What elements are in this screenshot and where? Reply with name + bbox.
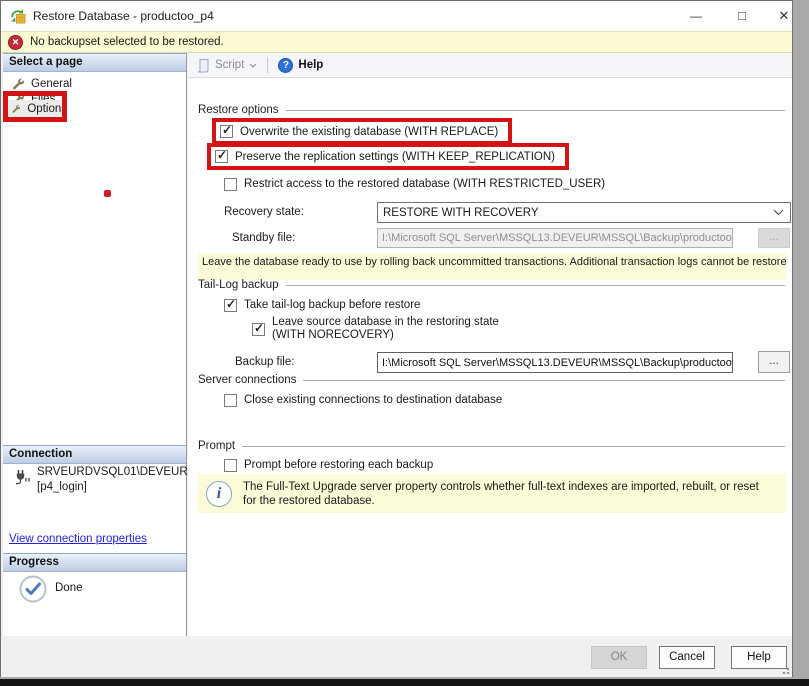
toolbar: Script ? Help <box>188 53 792 78</box>
maximize-button[interactable]: □ <box>723 1 761 31</box>
recovery-state-dropdown[interactable]: RESTORE WITH RECOVERY <box>377 202 791 223</box>
leave-source-line1: Leave source database in the restoring s… <box>272 316 499 329</box>
prompt-before-restore-checkbox[interactable] <box>224 459 237 472</box>
prompt-before-restore-checkbox-row[interactable]: Prompt before restoring each backup <box>224 455 433 475</box>
group-rule <box>286 285 785 286</box>
group-rule <box>242 446 785 447</box>
group-title: Restore options <box>198 104 279 116</box>
overwrite-checkbox[interactable]: ✓ <box>220 125 233 138</box>
title-bar: Restore Database - productoo_p4 — □ ✕ <box>1 1 792 31</box>
fulltext-info-box: i The Full-Text Upgrade server property … <box>198 474 786 513</box>
restrict-access-checkbox[interactable] <box>224 178 237 191</box>
connection-header: Connection <box>3 445 186 464</box>
minimize-button[interactable]: — <box>677 1 715 31</box>
close-connections-checkbox[interactable] <box>224 394 237 407</box>
progress-status: Done <box>55 582 83 594</box>
warning-text: No backupset selected to be restored. <box>30 36 224 48</box>
checkbox-label: Take tail-log backup before restore <box>244 299 420 311</box>
dialog-footer: OK Cancel Help <box>1 636 792 677</box>
restore-database-icon <box>10 8 26 24</box>
group-server-connections: Server connections <box>198 374 785 386</box>
group-tail-log: Tail-Log backup <box>198 279 785 291</box>
standby-browse-button: ... <box>758 228 790 248</box>
check-icon: ✓ <box>217 148 227 162</box>
group-restore-options: Restore options <box>198 104 785 116</box>
annotation-box-options <box>3 91 67 122</box>
backup-file-label: Backup file: <box>235 356 294 368</box>
checkbox-label: Leave source database in the restoring s… <box>272 316 499 342</box>
help-button[interactable]: Help <box>731 646 787 669</box>
preserve-replication-checkbox[interactable]: ✓ <box>215 150 228 163</box>
check-icon: ✓ <box>222 123 232 137</box>
annotation-dot <box>104 190 111 197</box>
recovery-state-value: RESTORE WITH RECOVERY <box>383 207 539 219</box>
leave-source-line2: (WITH NORECOVERY) <box>272 329 499 342</box>
overwrite-checkbox-row[interactable]: ✓ Overwrite the existing database (WITH … <box>212 118 512 145</box>
help-toolbar-button[interactable]: Help <box>298 59 323 71</box>
restore-database-dialog: Restore Database - productoo_p4 — □ ✕ ✕ … <box>0 0 793 677</box>
sidebar-item-label: General <box>31 78 72 90</box>
recovery-note: Leave the database ready to use by rolli… <box>198 253 786 280</box>
connection-login: [p4_login] <box>37 480 87 495</box>
done-check-icon <box>19 575 47 603</box>
restrict-access-checkbox-row[interactable]: Restrict access to the restored database… <box>224 174 605 194</box>
resize-grip-icon[interactable] <box>780 665 789 674</box>
taskbar-edge <box>0 679 809 686</box>
check-icon: ✓ <box>254 321 264 335</box>
connection-plug-icon <box>14 469 30 485</box>
select-a-page-header: Select a page <box>3 53 186 72</box>
warning-bar: ✕ No backupset selected to be restored. <box>1 31 792 53</box>
take-tail-log-checkbox[interactable]: ✓ <box>224 299 237 312</box>
info-icon: i <box>206 481 232 507</box>
check-icon: ✓ <box>226 297 236 311</box>
script-icon <box>196 58 210 73</box>
group-rule <box>286 110 785 111</box>
close-connections-checkbox-row[interactable]: Close existing connections to destinatio… <box>224 390 502 410</box>
error-icon: ✕ <box>8 35 23 50</box>
fulltext-info-text: The Full-Text Upgrade server property co… <box>243 480 771 508</box>
script-dropdown-caret-icon[interactable] <box>249 63 257 68</box>
sidebar: Select a page General Files Options Conn… <box>3 53 187 636</box>
group-title: Tail-Log backup <box>198 279 279 291</box>
preserve-replication-checkbox-row[interactable]: ✓ Preserve the replication settings (WIT… <box>207 143 569 170</box>
take-tail-log-checkbox-row[interactable]: ✓ Take tail-log backup before restore <box>224 295 420 315</box>
progress-header: Progress <box>3 553 186 572</box>
backup-file-input[interactable]: I:\Microsoft SQL Server\MSSQL13.DEVEUR\M… <box>377 352 733 373</box>
standby-file-input: I:\Microsoft SQL Server\MSSQL13.DEVEUR\M… <box>377 228 733 248</box>
backup-browse-button[interactable]: ... <box>758 351 790 373</box>
group-prompt: Prompt <box>198 440 785 452</box>
ok-button: OK <box>591 646 647 669</box>
wrench-icon <box>11 77 24 90</box>
leave-source-checkbox-row[interactable]: ✓ Leave source database in the restoring… <box>252 316 499 342</box>
group-title: Server connections <box>198 374 296 386</box>
checkbox-label: Close existing connections to destinatio… <box>244 394 502 406</box>
standby-file-label: Standby file: <box>232 232 295 244</box>
main-pane: Script ? Help Restore options ✓ Overwrit… <box>188 53 792 636</box>
checkbox-label: Prompt before restoring each backup <box>244 459 433 471</box>
toolbar-separator <box>267 57 268 73</box>
script-button[interactable]: Script <box>215 59 244 71</box>
help-icon: ? <box>278 58 293 73</box>
leave-source-checkbox[interactable]: ✓ <box>252 323 265 336</box>
options-page-content: Restore options ✓ Overwrite the existing… <box>188 78 792 636</box>
recovery-state-label: Recovery state: <box>224 206 304 218</box>
connection-server: SRVEURDVSQL01\DEVEUR <box>37 465 183 480</box>
window-title: Restore Database - productoo_p4 <box>33 1 214 31</box>
chevron-down-icon <box>773 209 784 216</box>
checkbox-label: Restrict access to the restored database… <box>244 178 605 190</box>
checkbox-label: Overwrite the existing database (WITH RE… <box>240 126 498 138</box>
view-connection-properties-link[interactable]: View connection properties <box>9 533 147 545</box>
group-rule <box>303 380 785 381</box>
cancel-button[interactable]: Cancel <box>659 646 715 669</box>
group-title: Prompt <box>198 440 235 452</box>
close-button[interactable]: ✕ <box>765 1 803 31</box>
checkbox-label: Preserve the replication settings (WITH … <box>235 151 555 163</box>
